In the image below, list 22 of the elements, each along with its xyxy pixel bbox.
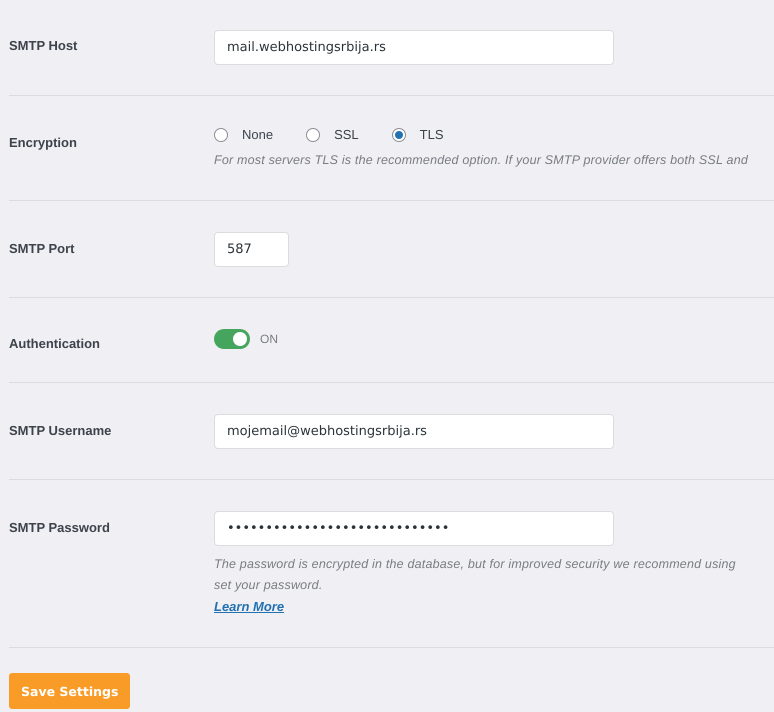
text-input[interactable]: ••••••••••••••••••••••••••••• [214,511,614,546]
radio-label[interactable]: SSL [334,127,359,142]
radio-button[interactable] [214,128,228,142]
radio-button[interactable] [392,128,406,142]
text-input[interactable]: mojemail@webhostingsrbija.rs [214,414,614,449]
toggle-switch[interactable] [214,329,250,349]
learn-more-link[interactable]: Learn More [214,596,284,617]
radio-label[interactable]: TLS [420,127,444,142]
field-label: SMTP Host [9,37,78,55]
radio-button[interactable] [306,128,320,142]
port-input[interactable]: 587 [214,232,289,267]
toggle-label: ON [260,332,278,346]
field-label: Authentication [9,335,101,351]
help-text: set your password. [214,577,324,594]
text-input[interactable]: mail.webhostingsrbija.rs [214,30,614,65]
help-text: The password is encrypted in the database, but for improved security we recommend using [214,556,737,573]
field-label: Encryption [9,134,78,152]
field-label: SMTP Port [9,240,76,258]
radio-label[interactable]: None [242,127,274,142]
field-label: SMTP Password [9,519,111,537]
field-label: SMTP Username [9,422,112,440]
help-text: For most servers TLS is the recommended option. If your SMTP provider offers both SSL and [214,152,750,169]
